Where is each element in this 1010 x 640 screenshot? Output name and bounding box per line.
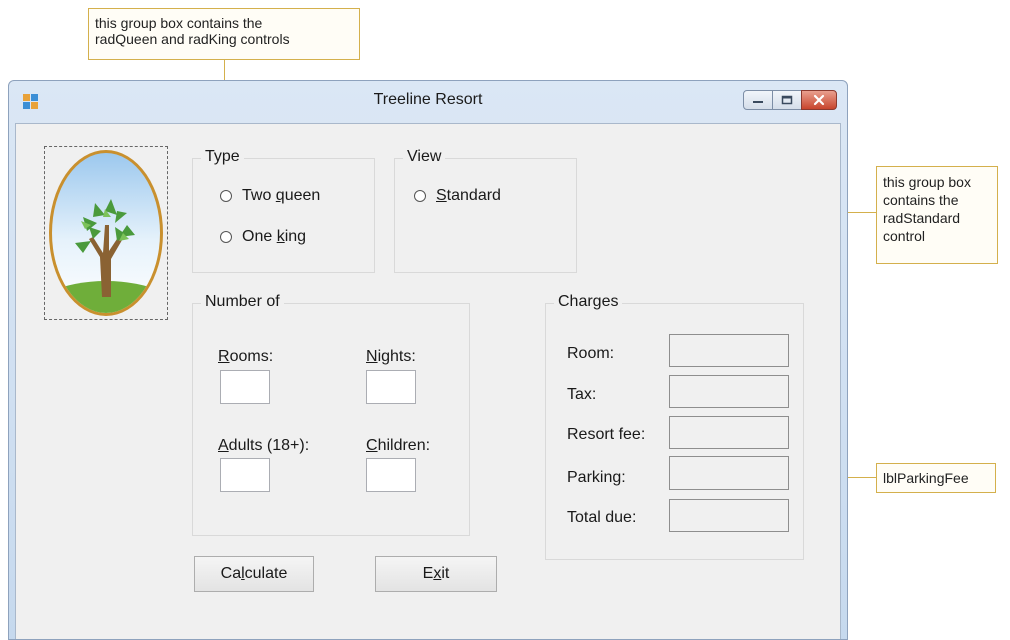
tree-icon (49, 150, 163, 316)
label-part: tandard (446, 187, 501, 204)
radio-one-king-label: One king (242, 228, 306, 246)
exit-button[interactable]: Ex it (375, 556, 497, 592)
caption-buttons (743, 90, 837, 112)
nights-textbox[interactable] (366, 370, 416, 404)
label-part: culate (244, 565, 288, 582)
label-part: ing (284, 228, 307, 245)
callout-view-group: this group box contains the radStandard … (876, 166, 998, 264)
type-group-box: Type (192, 148, 375, 273)
parking-label: Parking: (567, 469, 626, 486)
nights-label: Nights: (366, 348, 416, 366)
adults-textbox[interactable] (220, 458, 270, 492)
label-part: E (422, 565, 434, 582)
callout-type-line2: radQueen and radKing controls (95, 31, 290, 47)
app-window: Treeline Resort Type Two queen One king … (8, 80, 848, 640)
adults-label: Adults (18+): (218, 437, 309, 455)
radio-circle[interactable] (414, 190, 426, 202)
access-key: N (366, 348, 378, 365)
label-part: ights: (377, 348, 416, 365)
callout-view-line2: contains the (883, 192, 959, 208)
close-button[interactable] (801, 90, 837, 110)
number-of-group-label: Number of (201, 293, 284, 311)
label-part: dults (18+): (228, 437, 310, 454)
callout-view-line4: control (883, 228, 926, 244)
tax-output (669, 375, 789, 408)
radio-two-queen[interactable]: Two queen (220, 187, 320, 205)
label-part: it (441, 565, 450, 582)
rooms-textbox[interactable] (220, 370, 270, 404)
number-of-group-box: Number of (192, 293, 470, 536)
view-group-box: View (394, 148, 577, 273)
children-label: Children: (366, 437, 430, 455)
rooms-label: Rooms: (218, 348, 273, 366)
room-charge-output (669, 334, 789, 367)
room-charge-label: Room: (567, 345, 615, 362)
children-textbox[interactable] (366, 458, 416, 492)
window-title: Treeline Resort (373, 91, 483, 108)
label-part: ooms: (229, 348, 274, 365)
tax-label: Tax: (567, 386, 597, 403)
close-icon (813, 94, 825, 106)
radio-standard[interactable]: Standard (414, 187, 501, 205)
callout-parking-text: lblParkingFee (883, 470, 969, 486)
minimize-button[interactable] (743, 90, 773, 110)
callout-view-line3: radStandard (883, 210, 961, 226)
radio-standard-label: Standard (436, 187, 501, 205)
radio-circle[interactable] (220, 231, 232, 243)
callout-parking-fee: lblParkingFee (876, 463, 996, 493)
access-key: A (218, 437, 229, 454)
access-key: R (218, 348, 230, 365)
radio-circle[interactable] (220, 190, 232, 202)
total-due-output (669, 499, 789, 532)
total-due-label: Total due: (567, 509, 637, 526)
resort-fee-output (669, 416, 789, 449)
radio-two-queen-label: Two queen (242, 187, 320, 205)
calculate-button[interactable]: Ca l culate (194, 556, 314, 592)
view-group-label: View (403, 148, 446, 166)
picture-box (44, 146, 168, 320)
charges-group-label: Charges (554, 293, 623, 311)
access-key: q (275, 187, 285, 204)
label-part: ueen (284, 187, 321, 204)
access-key: k (276, 228, 285, 245)
label-part: hildren: (377, 437, 431, 454)
access-key: x (433, 565, 442, 582)
access-key: S (436, 187, 447, 204)
access-key: C (366, 437, 378, 454)
radio-one-king[interactable]: One king (220, 228, 306, 246)
callout-type-group: this group box contains the radQueen and… (88, 8, 360, 60)
callout-view-line1: this group box (883, 174, 971, 190)
label-part: Ca (220, 565, 242, 582)
title-bar[interactable]: Treeline Resort (9, 81, 847, 123)
parking-fee-output (669, 456, 789, 490)
maximize-button[interactable] (772, 90, 802, 110)
label-part: One (242, 228, 277, 245)
minimize-icon (753, 101, 763, 103)
form-client-area: Type Two queen One king View Standard Nu… (15, 123, 841, 639)
type-group-label: Type (201, 148, 244, 166)
resort-fee-label: Resort fee: (567, 426, 646, 443)
maximize-icon (781, 95, 793, 105)
label-part: Two (242, 187, 276, 204)
callout-type-line1: this group box contains the (95, 15, 263, 31)
